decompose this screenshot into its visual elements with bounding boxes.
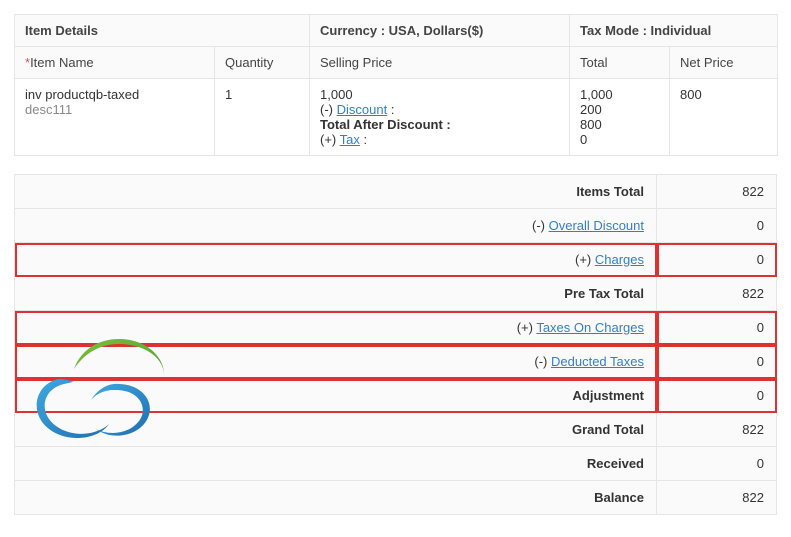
cell-item-name: inv productqb-taxed desc111 xyxy=(15,79,215,156)
cell-quantity: 1 xyxy=(215,79,310,156)
cell-net-price: 800 xyxy=(670,79,778,156)
row-received: Received 0 xyxy=(15,447,777,481)
col-net-price: Net Price xyxy=(670,47,778,79)
row-balance: Balance 822 xyxy=(15,481,777,515)
tax-mode-header: Tax Mode : Individual xyxy=(570,15,778,47)
group-header-row: Item Details Currency : USA, Dollars($) … xyxy=(15,15,778,47)
items-total-value: 822 xyxy=(657,175,777,209)
row-taxes-on-charges: (+) Taxes On Charges 0 xyxy=(15,311,777,345)
charges-link[interactable]: Charges xyxy=(595,252,644,267)
discount-link[interactable]: Discount xyxy=(337,102,388,117)
col-quantity: Quantity xyxy=(215,47,310,79)
price-base: 1,000 xyxy=(320,87,559,102)
col-item-name: *Item Name xyxy=(15,47,215,79)
table-row: inv productqb-taxed desc111 1 1,000 (-) … xyxy=(15,79,778,156)
price-tax-line: (+) Tax : xyxy=(320,132,559,147)
row-overall-discount: (-) Overall Discount 0 xyxy=(15,209,777,243)
overall-discount-value: 0 xyxy=(657,209,777,243)
deducted-taxes-link[interactable]: Deducted Taxes xyxy=(551,354,644,369)
column-header-row: *Item Name Quantity Selling Price Total … xyxy=(15,47,778,79)
deducted-taxes-value: 0 xyxy=(657,345,777,379)
col-total: Total xyxy=(570,47,670,79)
row-items-total: Items Total 822 xyxy=(15,175,777,209)
item-desc-text: desc111 xyxy=(25,102,204,117)
tax-link[interactable]: Tax xyxy=(340,132,360,147)
price-discount-line: (-) Discount : xyxy=(320,102,559,117)
received-label: Received xyxy=(587,456,644,471)
price-after-discount: Total After Discount : xyxy=(320,117,559,132)
col-selling-price: Selling Price xyxy=(310,47,570,79)
overall-discount-link[interactable]: Overall Discount xyxy=(549,218,644,233)
charges-value: 0 xyxy=(657,243,777,277)
item-details-header: Item Details xyxy=(15,15,310,47)
summary-table: Items Total 822 (-) Overall Discount 0 (… xyxy=(14,174,777,515)
row-charges: (+) Charges 0 xyxy=(15,243,777,277)
cell-total: 1,000 200 800 0 xyxy=(570,79,670,156)
row-adjustment: Adjustment 0 xyxy=(15,379,777,413)
adjustment-label: Adjustment xyxy=(573,388,645,403)
pre-tax-total-label: Pre Tax Total xyxy=(564,286,644,301)
taxes-on-charges-value: 0 xyxy=(657,311,777,345)
cell-selling-price: 1,000 (-) Discount : Total After Discoun… xyxy=(310,79,570,156)
currency-header: Currency : USA, Dollars($) xyxy=(310,15,570,47)
received-value: 0 xyxy=(657,447,777,481)
item-name-text: inv productqb-taxed xyxy=(25,87,204,102)
items-total-label: Items Total xyxy=(576,184,644,199)
adjustment-value: 0 xyxy=(657,379,777,413)
grand-total-label: Grand Total xyxy=(572,422,644,437)
row-deducted-taxes: (-) Deducted Taxes 0 xyxy=(15,345,777,379)
row-pre-tax-total: Pre Tax Total 822 xyxy=(15,277,777,311)
balance-value: 822 xyxy=(657,481,777,515)
row-grand-total: Grand Total 822 xyxy=(15,413,777,447)
grand-total-value: 822 xyxy=(657,413,777,447)
pre-tax-total-value: 822 xyxy=(657,277,777,311)
item-details-table: Item Details Currency : USA, Dollars($) … xyxy=(14,14,778,156)
taxes-on-charges-link[interactable]: Taxes On Charges xyxy=(536,320,644,335)
balance-label: Balance xyxy=(594,490,644,505)
